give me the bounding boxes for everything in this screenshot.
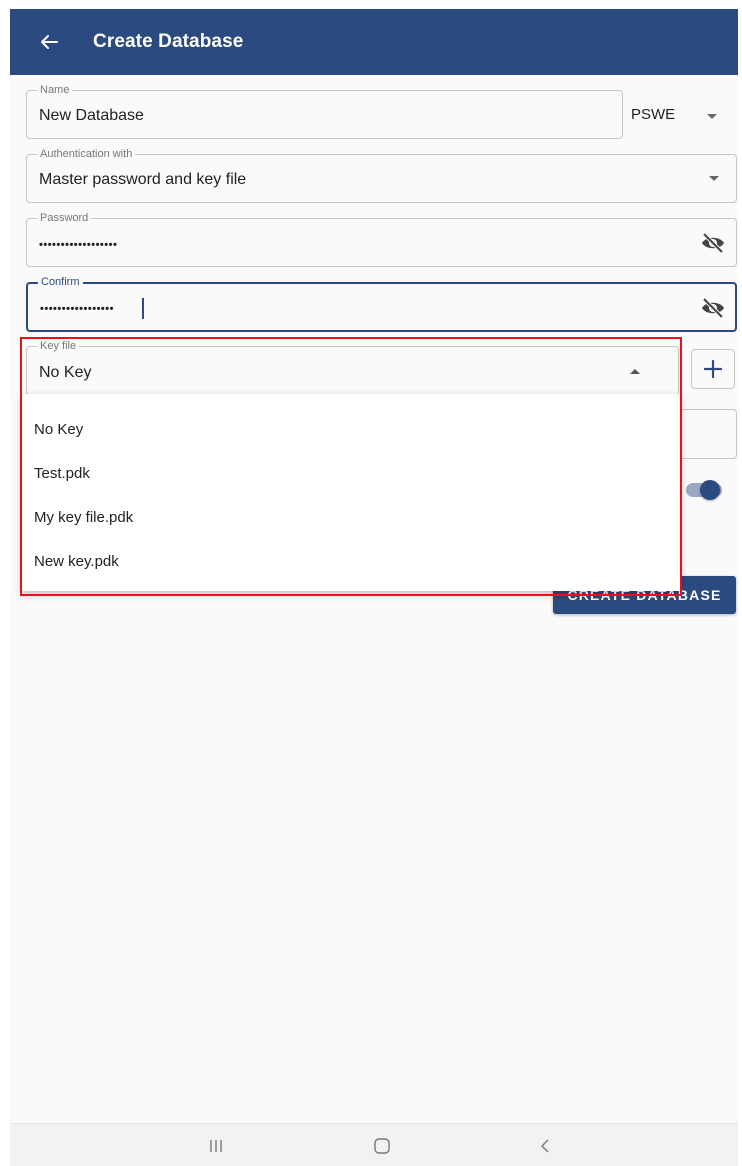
dropdown-option-test[interactable]: Test.pdk	[34, 465, 90, 482]
password-field-value: ••••••••••••••••••	[39, 239, 118, 251]
page-title: Create Database	[93, 31, 244, 52]
app-bar: Create Database	[10, 9, 738, 75]
key-file-select[interactable]: Key file No Key	[26, 339, 679, 396]
confirm-field-label: Confirm	[38, 275, 83, 289]
format-select-value: PSWE	[631, 106, 676, 123]
name-field-value: New Database	[39, 107, 144, 124]
name-field[interactable]: Name New Database	[26, 83, 623, 139]
add-key-file-button[interactable]	[691, 349, 735, 389]
dropdown-option-no-key[interactable]: No Key	[34, 421, 83, 438]
password-field[interactable]: Password ••••••••••••••••••	[26, 211, 737, 267]
toggle-thumb	[700, 480, 720, 500]
dropdown-option-my-key-file[interactable]: My key file.pdk	[34, 509, 133, 526]
plus-icon	[704, 360, 722, 378]
authentication-label: Authentication with	[37, 147, 136, 161]
recents-icon[interactable]	[204, 1134, 228, 1158]
key-file-dropdown: No Key Test.pdk My key file.pdk New key.…	[22, 394, 680, 591]
dropdown-option-new-key[interactable]: New key.pdk	[34, 553, 119, 570]
password-field-label: Password	[37, 211, 92, 225]
name-field-label: Name	[37, 83, 73, 97]
chevron-left-icon[interactable]	[533, 1134, 557, 1158]
chevron-down-icon	[707, 114, 717, 119]
chevron-down-icon	[709, 176, 719, 181]
arrow-left-icon	[41, 35, 58, 49]
authentication-select[interactable]: Authentication with Master password and …	[26, 147, 737, 203]
text-caret	[142, 298, 144, 319]
key-file-label: Key file	[37, 339, 80, 353]
back-button[interactable]	[34, 27, 64, 57]
eye-off-icon[interactable]	[700, 232, 726, 254]
format-select[interactable]: PSWE	[627, 98, 727, 134]
key-file-value: No Key	[39, 364, 92, 381]
toggle-switch[interactable]	[682, 477, 726, 503]
eye-off-icon[interactable]	[700, 297, 726, 319]
chevron-up-icon	[630, 369, 640, 374]
confirm-password-field[interactable]: Confirm •••••••••••••••••	[26, 275, 737, 332]
app-screen: Create Database Name New Database PSWE A…	[10, 9, 738, 1166]
system-nav-bar	[10, 1123, 738, 1166]
home-icon[interactable]	[370, 1134, 394, 1158]
confirm-field-value: •••••••••••••••••	[40, 303, 114, 315]
authentication-value: Master password and key file	[39, 171, 247, 188]
